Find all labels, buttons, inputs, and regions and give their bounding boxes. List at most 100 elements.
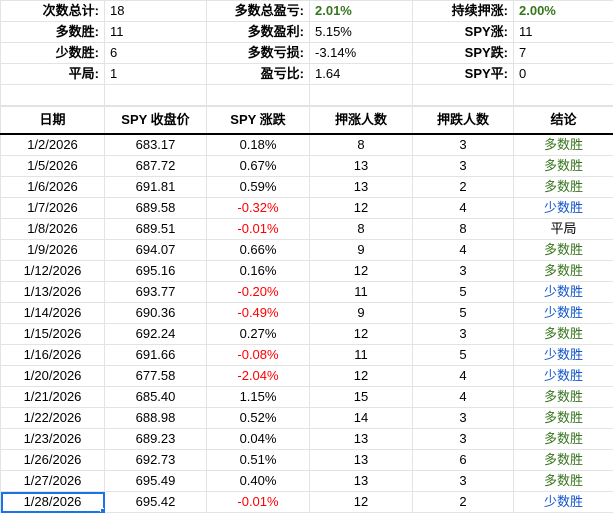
result-cell[interactable]: 多数胜 (513, 407, 613, 429)
close-cell[interactable]: 695.16 (104, 260, 207, 282)
bull-count-cell[interactable]: 9 (309, 302, 413, 324)
bull-count-cell[interactable]: 13 (309, 428, 413, 450)
date-cell[interactable]: 1/7/2026 (0, 197, 105, 219)
close-cell[interactable]: 692.73 (104, 449, 207, 471)
bear-count-cell[interactable]: 2 (412, 491, 514, 513)
summary-label-cell[interactable]: 少数胜: (0, 42, 105, 64)
close-cell[interactable]: 687.72 (104, 155, 207, 177)
empty-cell[interactable] (412, 84, 514, 106)
summary-label-cell[interactable]: 多数胜: (0, 21, 105, 43)
result-cell[interactable]: 多数胜 (513, 386, 613, 408)
result-cell[interactable]: 少数胜 (513, 197, 613, 219)
bull-count-cell[interactable]: 15 (309, 386, 413, 408)
result-cell[interactable]: 多数胜 (513, 260, 613, 282)
summary-value-cell[interactable]: 6 (104, 42, 207, 64)
close-cell[interactable]: 693.77 (104, 281, 207, 303)
bear-count-cell[interactable]: 3 (412, 428, 514, 450)
change-cell[interactable]: 0.40% (206, 470, 310, 492)
summary-value-cell[interactable]: 2.00% (513, 0, 613, 22)
bull-count-cell[interactable]: 13 (309, 470, 413, 492)
date-cell[interactable]: 1/14/2026 (0, 302, 105, 324)
change-cell[interactable]: 0.04% (206, 428, 310, 450)
bull-count-cell[interactable]: 12 (309, 491, 413, 513)
bear-count-cell[interactable]: 4 (412, 386, 514, 408)
column-header[interactable]: 押跌人数 (412, 106, 514, 135)
change-cell[interactable]: 0.51% (206, 449, 310, 471)
close-cell[interactable]: 695.49 (104, 470, 207, 492)
bear-count-cell[interactable]: 3 (412, 323, 514, 345)
result-cell[interactable]: 少数胜 (513, 344, 613, 366)
column-header[interactable]: 押涨人数 (309, 106, 413, 135)
change-cell[interactable]: 0.16% (206, 260, 310, 282)
date-cell[interactable]: 1/9/2026 (0, 239, 105, 261)
summary-value-cell[interactable]: 11 (513, 21, 613, 43)
date-cell[interactable]: 1/15/2026 (0, 323, 105, 345)
bull-count-cell[interactable]: 12 (309, 323, 413, 345)
date-cell[interactable]: 1/27/2026 (0, 470, 105, 492)
empty-cell[interactable] (309, 84, 413, 106)
summary-value-cell[interactable]: 0 (513, 63, 613, 85)
change-cell[interactable]: -0.01% (206, 491, 310, 513)
date-cell[interactable]: 1/23/2026 (0, 428, 105, 450)
date-cell[interactable]: 1/13/2026 (0, 281, 105, 303)
change-cell[interactable]: -0.20% (206, 281, 310, 303)
summary-label-cell[interactable]: 多数盈利: (206, 21, 310, 43)
date-cell[interactable]: 1/5/2026 (0, 155, 105, 177)
close-cell[interactable]: 690.36 (104, 302, 207, 324)
close-cell[interactable]: 683.17 (104, 133, 207, 156)
bull-count-cell[interactable]: 9 (309, 239, 413, 261)
change-cell[interactable]: 0.52% (206, 407, 310, 429)
change-cell[interactable]: -0.49% (206, 302, 310, 324)
summary-value-cell[interactable]: 18 (104, 0, 207, 22)
bear-count-cell[interactable]: 4 (412, 365, 514, 387)
result-cell[interactable]: 少数胜 (513, 491, 613, 513)
bull-count-cell[interactable]: 8 (309, 218, 413, 240)
change-cell[interactable]: -2.04% (206, 365, 310, 387)
change-cell[interactable]: 0.67% (206, 155, 310, 177)
result-cell[interactable]: 多数胜 (513, 470, 613, 492)
empty-cell[interactable] (513, 84, 613, 106)
bull-count-cell[interactable]: 13 (309, 155, 413, 177)
close-cell[interactable]: 689.58 (104, 197, 207, 219)
date-cell[interactable]: 1/8/2026 (0, 218, 105, 240)
change-cell[interactable]: 0.27% (206, 323, 310, 345)
date-cell[interactable]: 1/16/2026 (0, 344, 105, 366)
summary-label-cell[interactable]: SPY平: (412, 63, 514, 85)
empty-cell[interactable] (0, 84, 105, 106)
date-cell[interactable]: 1/21/2026 (0, 386, 105, 408)
date-cell[interactable]: 1/20/2026 (0, 365, 105, 387)
bear-count-cell[interactable]: 3 (412, 155, 514, 177)
date-cell[interactable]: 1/6/2026 (0, 176, 105, 198)
change-cell[interactable]: -0.01% (206, 218, 310, 240)
bull-count-cell[interactable]: 11 (309, 344, 413, 366)
change-cell[interactable]: 0.59% (206, 176, 310, 198)
bear-count-cell[interactable]: 4 (412, 239, 514, 261)
fill-handle[interactable] (100, 508, 104, 512)
bear-count-cell[interactable]: 3 (412, 260, 514, 282)
summary-label-cell[interactable]: 多数亏损: (206, 42, 310, 64)
result-cell[interactable]: 多数胜 (513, 323, 613, 345)
result-cell[interactable]: 少数胜 (513, 365, 613, 387)
result-cell[interactable]: 少数胜 (513, 302, 613, 324)
bull-count-cell[interactable]: 12 (309, 365, 413, 387)
column-header[interactable]: SPY 涨跌 (206, 106, 310, 135)
summary-label-cell[interactable]: 平局: (0, 63, 105, 85)
bull-count-cell[interactable]: 11 (309, 281, 413, 303)
bull-count-cell[interactable]: 13 (309, 449, 413, 471)
change-cell[interactable]: 0.66% (206, 239, 310, 261)
close-cell[interactable]: 689.51 (104, 218, 207, 240)
change-cell[interactable]: 1.15% (206, 386, 310, 408)
close-cell[interactable]: 691.81 (104, 176, 207, 198)
date-cell[interactable]: 1/2/2026 (0, 133, 105, 156)
bull-count-cell[interactable]: 13 (309, 176, 413, 198)
bear-count-cell[interactable]: 3 (412, 133, 514, 156)
bear-count-cell[interactable]: 3 (412, 407, 514, 429)
result-cell[interactable]: 多数胜 (513, 449, 613, 471)
bear-count-cell[interactable]: 2 (412, 176, 514, 198)
column-header[interactable]: 日期 (0, 106, 105, 135)
summary-label-cell[interactable]: 持续押涨: (412, 0, 514, 22)
bear-count-cell[interactable]: 6 (412, 449, 514, 471)
close-cell[interactable]: 689.23 (104, 428, 207, 450)
bear-count-cell[interactable]: 8 (412, 218, 514, 240)
close-cell[interactable]: 695.42 (104, 491, 207, 513)
